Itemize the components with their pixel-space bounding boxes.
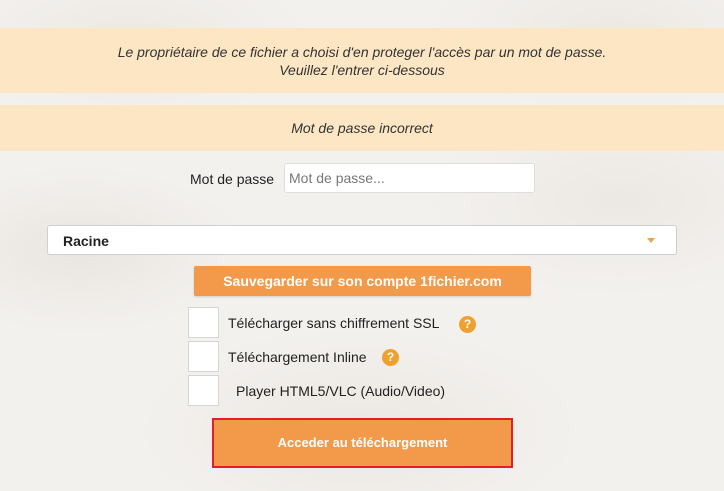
password-label: Mot de passe bbox=[190, 171, 275, 187]
error-notice: Mot de passe incorrect bbox=[0, 105, 724, 151]
error-message: Mot de passe incorrect bbox=[291, 120, 433, 136]
notice-line-2: Veuillez l'entrer ci-dessous bbox=[279, 61, 445, 78]
checkbox-no-ssl[interactable] bbox=[188, 307, 219, 338]
password-protected-notice: Le propriétaire de ce fichier a choisi d… bbox=[0, 28, 724, 93]
access-download-button[interactable]: Acceder au téléchargement bbox=[212, 418, 513, 468]
folder-select[interactable]: Racine bbox=[47, 225, 677, 255]
notice-line-1: Le propriétaire de ce fichier a choisi d… bbox=[117, 43, 607, 60]
option-label-inline-download: Téléchargement Inline bbox=[228, 349, 367, 365]
help-icon[interactable]: ? bbox=[382, 349, 399, 366]
folder-select-value: Racine bbox=[63, 233, 109, 249]
help-icon[interactable]: ? bbox=[459, 316, 476, 333]
checkbox-html5-player[interactable] bbox=[188, 375, 219, 406]
option-label-html5-player: Player HTML5/VLC (Audio/Video) bbox=[236, 383, 446, 399]
password-input[interactable] bbox=[284, 163, 535, 193]
checkbox-inline-download[interactable] bbox=[188, 341, 219, 372]
option-label-no-ssl: Télécharger sans chiffrement SSL bbox=[228, 315, 440, 331]
save-to-account-button[interactable]: Sauvegarder sur son compte 1fichier.com bbox=[194, 266, 531, 296]
caret-down-icon bbox=[647, 238, 655, 243]
